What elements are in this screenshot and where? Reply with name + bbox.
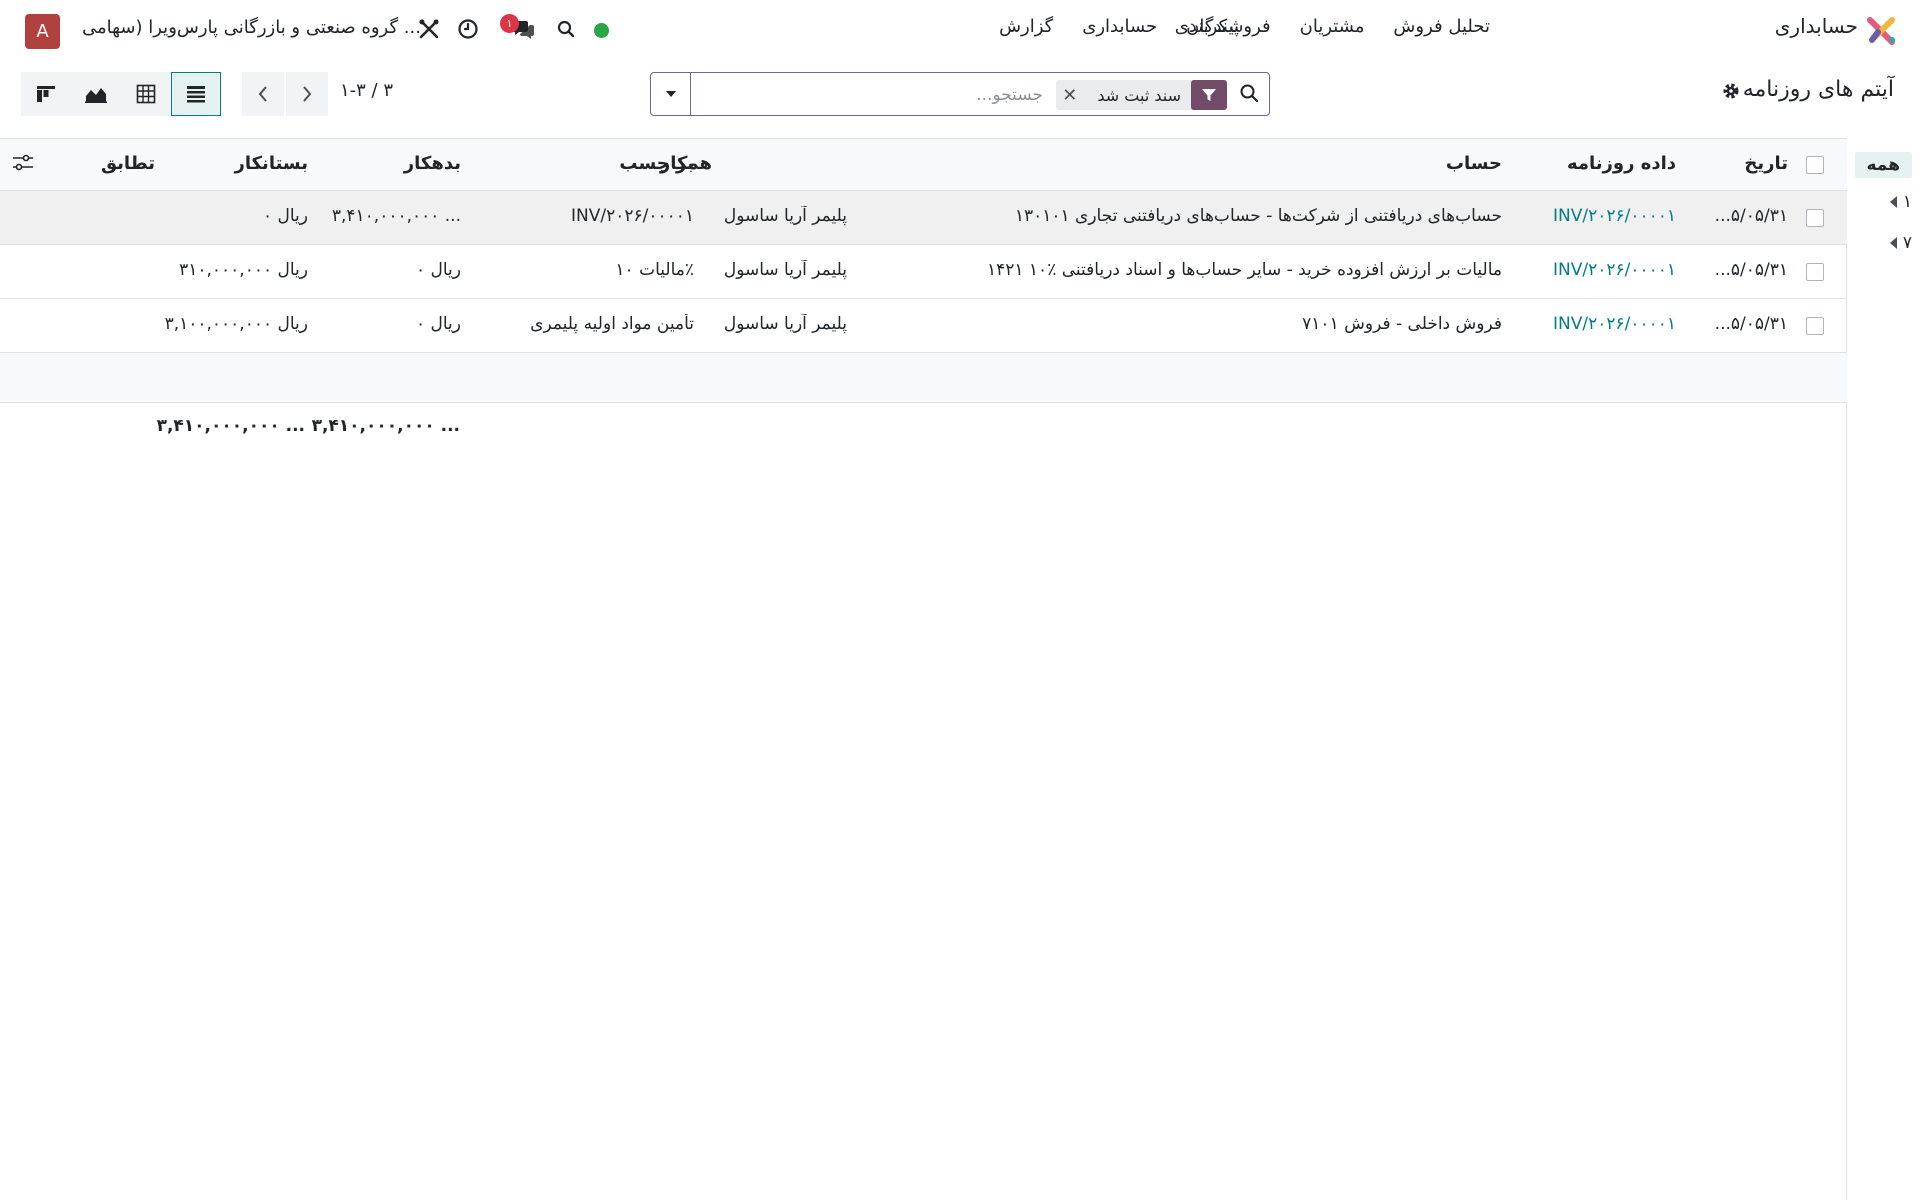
pager-next-button[interactable] (286, 72, 328, 116)
journal-items-table: تاریخ داده روزنامه حساب همکار بر چسب بده… (0, 138, 1847, 1200)
search-icon[interactable] (1239, 83, 1259, 108)
caret-left-icon[interactable] (1889, 237, 1897, 249)
menu-accounting[interactable]: حسابداری (1082, 16, 1157, 37)
graph-view-button[interactable] (71, 72, 121, 116)
accounting-app-logo-icon[interactable] (1866, 14, 1898, 46)
column-date[interactable]: تاریخ (1744, 153, 1788, 174)
menu-configuration[interactable]: پیکربندی (1175, 16, 1239, 37)
side-item-all[interactable]: همه (1854, 152, 1912, 178)
caret-left-icon[interactable] (1889, 196, 1897, 208)
cell-partner: پلیمر آریا ساسول (723, 260, 847, 280)
cell-debit: ریال ۰ (415, 314, 461, 334)
pager-previous-button[interactable] (242, 72, 284, 116)
side-item-label: ۱ (1902, 192, 1912, 212)
cell-label: تأمین مواد اولیه پلیمری (530, 314, 694, 334)
pager-value[interactable]: ۱-۳ / ۳ (340, 80, 393, 101)
search-options-toggle[interactable] (651, 73, 691, 115)
optional-columns-icon[interactable] (12, 154, 34, 177)
cell-date: ...۵/۰۵/۳۱ (1714, 260, 1788, 280)
chat-badge: ۱ (500, 14, 519, 33)
cell-credit: ریال ۰ (262, 206, 308, 226)
page-title: آیتم های روزنامه (1742, 77, 1894, 102)
cell-credit: ریال ۳۱۰,۰۰۰,۰۰۰ (179, 260, 308, 280)
row-checkbox[interactable] (1806, 263, 1824, 281)
empty-row (0, 353, 1847, 403)
top-navbar: حسابداری تحلیل فروش مشتریان فروشندگان حس… (0, 0, 1920, 58)
menu-customers[interactable]: مشتریان (1300, 16, 1365, 37)
cell-label: INV/۲۰۲۶/۰۰۰۰۱ (571, 206, 694, 226)
total-credit: ۳,۴۱۰,۰۰۰,۰۰۰ ... (156, 416, 305, 436)
kanban-view-button[interactable] (21, 72, 71, 116)
clock-icon[interactable] (455, 16, 481, 42)
cell-debit: ریال ۰ (415, 260, 461, 280)
side-item-1[interactable]: ۱ (1889, 192, 1912, 212)
cell-journal-entry[interactable]: INV/۲۰۲۶/۰۰۰۰۱ (1553, 206, 1676, 226)
journal-side-panel: همه ۱ ۷ (1848, 138, 1920, 1200)
column-account[interactable]: حساب (1446, 153, 1502, 174)
facet-remove-icon[interactable]: ✕ (1056, 85, 1087, 106)
cell-date: ...۵/۰۵/۳۱ (1714, 314, 1788, 334)
column-credit[interactable]: بستانکار (234, 153, 308, 174)
cell-date: ...۵/۰۵/۳۱ (1714, 206, 1788, 226)
cell-credit: ریال ۳,۱۰۰,۰۰۰,۰۰۰ (164, 314, 308, 334)
cell-account: ۱۳۰۱۰۱ حساب‌های دریافتنی از شرکت‌ها - حس… (1014, 206, 1502, 226)
cell-journal-entry[interactable]: INV/۲۰۲۶/۰۰۰۰۱ (1553, 260, 1676, 280)
main-menu: تحلیل فروش مشتریان فروشندگان حسابداری گز… (999, 16, 1490, 37)
menu-reporting[interactable]: گزارش (999, 16, 1053, 37)
user-avatar[interactable]: A (25, 14, 60, 49)
table-header: تاریخ داده روزنامه حساب همکار بر چسب بده… (0, 138, 1847, 191)
cell-label: مالیات ۱۰٪ (615, 260, 694, 280)
cell-debit: ۳,۴۱۰,۰۰۰,۰۰۰ ... (331, 206, 461, 226)
table-row[interactable]: ...۵/۰۵/۳۱ INV/۲۰۲۶/۰۰۰۰۱ ۷۱۰۱ فروش داخل… (0, 299, 1847, 353)
cell-partner: پلیمر آریا ساسول (723, 314, 847, 334)
menu-sales-analysis[interactable]: تحلیل فروش (1393, 16, 1490, 37)
side-item-label: همه (1866, 155, 1901, 175)
filter-icon (1191, 80, 1227, 110)
cell-account: ۷۱۰۱ فروش داخلی - فروش (1302, 314, 1502, 334)
pivot-view-button[interactable] (121, 72, 171, 116)
app-name[interactable]: حسابداری (1775, 14, 1858, 38)
search-icon[interactable] (553, 16, 579, 42)
column-matching[interactable]: تطابق (101, 153, 155, 174)
side-item-7[interactable]: ۷ (1889, 233, 1912, 253)
table-row[interactable]: ...۵/۰۵/۳۱ INV/۲۰۲۶/۰۰۰۰۱ ۱۳۰۱۰۱ حساب‌ها… (0, 191, 1847, 245)
side-item-label: ۷ (1902, 233, 1912, 253)
total-debit: ۳,۴۱۰,۰۰۰,۰۰۰ ... (311, 416, 460, 436)
status-dot-icon (594, 23, 609, 38)
select-all-checkbox[interactable] (1806, 156, 1824, 174)
cell-partner: پلیمر آریا ساسول (723, 206, 847, 226)
gear-icon[interactable] (1722, 82, 1740, 100)
company-switcher[interactable]: گروه صنعتی و بازرگانی پارس‌ویرا (سهامی .… (82, 17, 421, 38)
table-row[interactable]: ...۵/۰۵/۳۱ INV/۲۰۲۶/۰۰۰۰۱ ۱۴۲۱ ۱۰٪ مالیا… (0, 245, 1847, 299)
row-checkbox[interactable] (1806, 209, 1824, 227)
search-facet: ✕ سند ثبت شد (1056, 80, 1227, 110)
column-label[interactable]: بر چسب (619, 153, 694, 174)
row-checkbox[interactable] (1806, 317, 1824, 335)
column-debit[interactable]: بدهکار (404, 153, 461, 174)
facet-label: سند ثبت شد (1097, 85, 1181, 105)
search-input[interactable] (743, 81, 1043, 109)
list-view-button[interactable] (171, 72, 221, 116)
search-bar: ✕ سند ثبت شد (650, 72, 1270, 116)
cell-journal-entry[interactable]: INV/۲۰۲۶/۰۰۰۰۱ (1553, 314, 1676, 334)
cell-account: ۱۴۲۱ ۱۰٪ مالیات بر ارزش افزوده خرید - سا… (987, 260, 1502, 280)
column-journal-entry[interactable]: داده روزنامه (1567, 153, 1676, 174)
